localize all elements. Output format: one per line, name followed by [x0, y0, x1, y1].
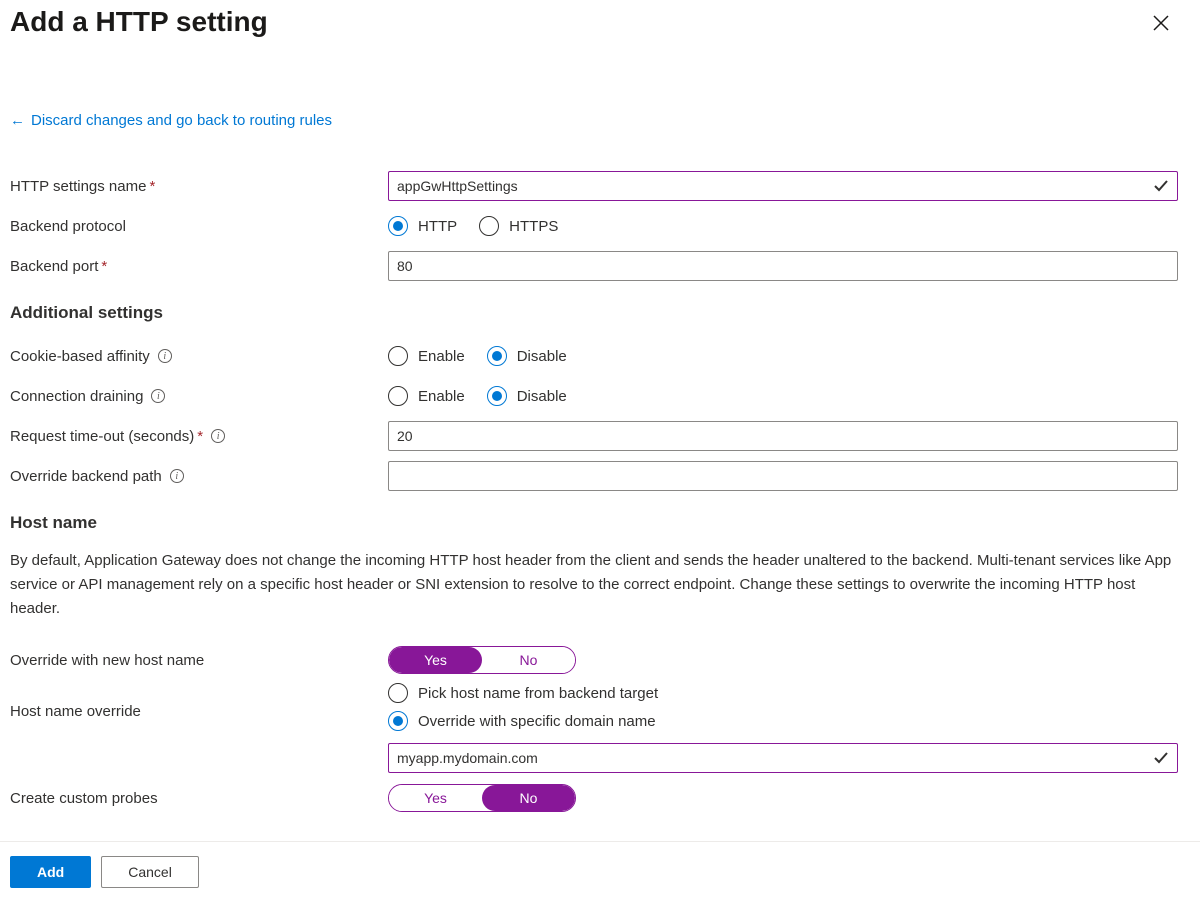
custom-probes-no[interactable]: No [482, 785, 575, 811]
override-path-input[interactable] [388, 461, 1178, 491]
custom-probes-yes[interactable]: Yes [389, 785, 482, 811]
arrow-left-icon: ← [10, 112, 25, 129]
override-new-toggle[interactable]: Yes No [388, 646, 576, 674]
cookie-enable-label: Enable [418, 348, 465, 365]
protocol-label: Backend protocol [10, 218, 126, 235]
protocol-https-radio[interactable]: HTTPS [479, 216, 558, 236]
specific-domain-radio[interactable]: Override with specific domain name [388, 711, 658, 731]
info-icon[interactable]: i [211, 429, 225, 443]
port-input[interactable] [388, 251, 1178, 281]
info-icon[interactable]: i [151, 389, 165, 403]
specific-domain-label: Override with specific domain name [418, 713, 656, 730]
pick-backend-label: Pick host name from backend target [418, 685, 658, 702]
cookie-disable-label: Disable [517, 348, 567, 365]
custom-probes-toggle[interactable]: Yes No [388, 784, 576, 812]
http-name-label: HTTP settings name [10, 178, 146, 195]
required-marker: * [197, 428, 203, 445]
cookie-enable-radio[interactable]: Enable [388, 346, 465, 366]
info-icon[interactable]: i [158, 349, 172, 363]
domain-input[interactable] [388, 743, 1178, 773]
pick-backend-radio[interactable]: Pick host name from backend target [388, 683, 658, 703]
connection-enable-radio[interactable]: Enable [388, 386, 465, 406]
port-label: Backend port [10, 258, 98, 275]
connection-label: Connection draining [10, 388, 143, 405]
additional-section-title: Additional settings [10, 303, 1190, 323]
hostname-override-label: Host name override [10, 703, 141, 720]
custom-probes-label: Create custom probes [10, 790, 158, 807]
hostname-description: By default, Application Gateway does not… [10, 549, 1180, 621]
close-icon[interactable] [1148, 10, 1174, 36]
override-new-label: Override with new host name [10, 652, 204, 669]
hostname-section-title: Host name [10, 513, 1190, 533]
cookie-label: Cookie-based affinity [10, 348, 150, 365]
discard-link[interactable]: ← Discard changes and go back to routing… [10, 112, 332, 129]
override-new-no[interactable]: No [482, 647, 575, 673]
info-icon[interactable]: i [170, 469, 184, 483]
protocol-http-label: HTTP [418, 218, 457, 235]
protocol-https-label: HTTPS [509, 218, 558, 235]
cancel-button[interactable]: Cancel [101, 856, 199, 888]
discard-link-label: Discard changes and go back to routing r… [31, 112, 332, 129]
required-marker: * [101, 258, 107, 275]
timeout-input[interactable] [388, 421, 1178, 451]
page-title: Add a HTTP setting [10, 6, 268, 38]
http-name-input[interactable] [388, 171, 1178, 201]
required-marker: * [149, 178, 155, 195]
add-button[interactable]: Add [10, 856, 91, 888]
protocol-http-radio[interactable]: HTTP [388, 216, 457, 236]
timeout-label: Request time-out (seconds) [10, 428, 194, 445]
connection-enable-label: Enable [418, 388, 465, 405]
checkmark-icon [1152, 177, 1170, 195]
cookie-disable-radio[interactable]: Disable [487, 346, 567, 366]
override-new-yes[interactable]: Yes [389, 647, 482, 673]
override-path-label: Override backend path [10, 468, 162, 485]
connection-disable-label: Disable [517, 388, 567, 405]
checkmark-icon [1152, 749, 1170, 767]
connection-disable-radio[interactable]: Disable [487, 386, 567, 406]
